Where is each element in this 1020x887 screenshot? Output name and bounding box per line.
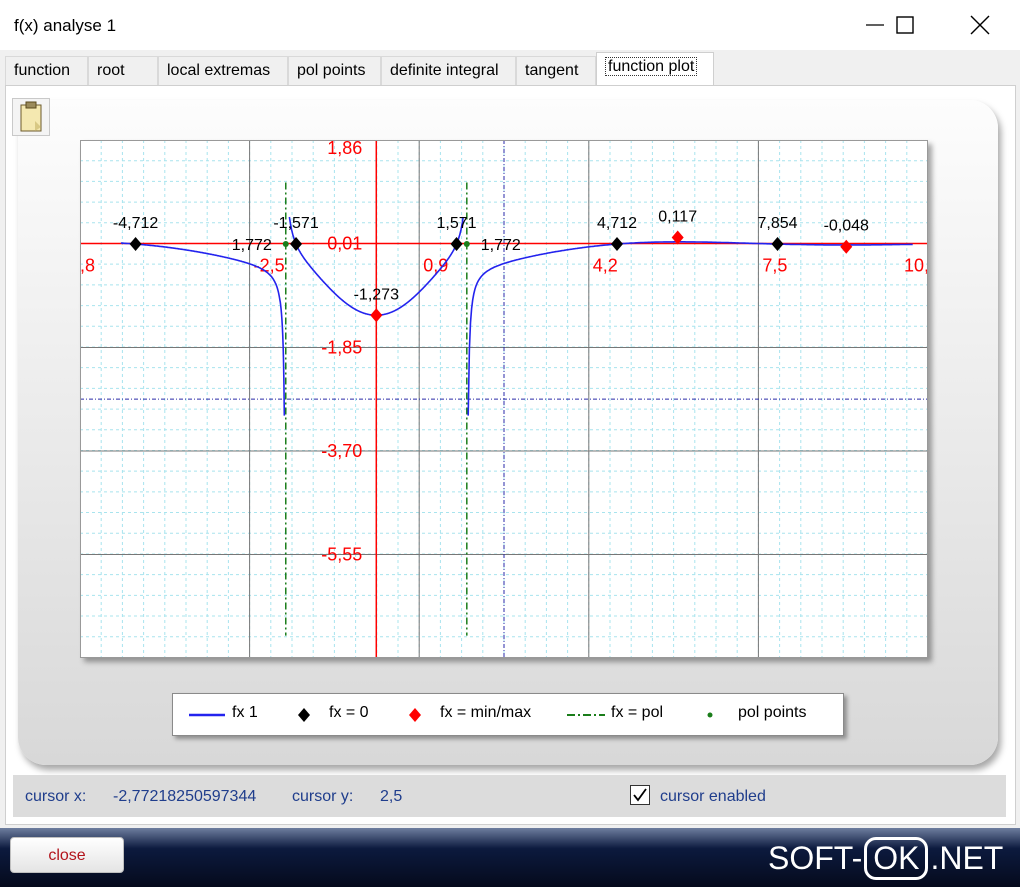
- cursor-y-label: cursor y:: [292, 788, 354, 805]
- clipboard-icon: [20, 101, 42, 132]
- function-plot[interactable]: -5,8 -2,5 0,9 4,2 7,5 10,8 1,86 0,01 -1,85 -3,70 -…: [64, 138, 939, 658]
- maximize-icon: [896, 16, 914, 34]
- legend-fx-zero: fx = 0: [329, 704, 369, 721]
- x-tick-label: -2,5: [254, 255, 285, 275]
- x-tick-label: 4,2: [593, 255, 618, 275]
- tab-function-plot[interactable]: function plot: [596, 52, 714, 86]
- root-marker: [771, 237, 784, 252]
- watermark: SOFT- OK .NET: [768, 837, 1003, 883]
- legend-diamond-red: [409, 708, 421, 722]
- x-tick-label: 7,5: [762, 255, 787, 275]
- y-tick-label: 1,86: [327, 140, 362, 158]
- root-label: -4,712: [113, 215, 158, 232]
- checkmark-icon: [633, 788, 647, 802]
- copy-to-clipboard-button[interactable]: [12, 98, 50, 136]
- extremum-label: -0,048: [824, 218, 869, 235]
- x-tick-label: 10,8: [904, 255, 928, 275]
- tab-pol-points[interactable]: pol points: [288, 56, 381, 86]
- root-label: -1,571: [273, 215, 318, 232]
- pol-point-marker: [463, 241, 470, 248]
- title-bar: f(x) analyse 1: [0, 0, 1020, 50]
- legend-fx-pol: fx = pol: [611, 704, 664, 721]
- tab-root[interactable]: root: [88, 56, 158, 86]
- root-marker: [129, 237, 142, 252]
- x-tick-label: -5,8: [80, 255, 95, 275]
- close-icon: [970, 15, 990, 35]
- legend-diamond-black: [298, 708, 310, 722]
- y-tick-label: -3,70: [321, 441, 362, 461]
- legend-pol-points: pol points: [738, 704, 807, 721]
- x-tick-label: 0,9: [423, 255, 448, 275]
- watermark-post: .NET: [930, 840, 1004, 876]
- cursor-x-value: -2,77218250597344: [113, 788, 257, 805]
- root-label: 1,571: [437, 215, 477, 232]
- legend-dashdot-swatch: [567, 714, 605, 716]
- cursor-y-value: 2,5: [380, 788, 403, 805]
- root-label: 4,712: [597, 215, 637, 232]
- extremum-marker: [840, 239, 853, 254]
- function-curve: [467, 241, 913, 416]
- extremum-label: -1,273: [354, 286, 399, 303]
- root-marker: [610, 237, 623, 252]
- legend: fx 1 fx = 0 fx = min/max fx = pol pol po…: [172, 693, 844, 736]
- window-title: f(x) analyse 1: [14, 16, 117, 35]
- watermark-pre: SOFT-: [768, 840, 863, 876]
- root-label: 7,854: [757, 215, 797, 232]
- pol-point-marker: [282, 241, 289, 248]
- plot-area[interactable]: -5,8 -2,5 0,9 4,2 7,5 10,8 1,86 0,01 -1,85 -3,70 -…: [64, 138, 939, 658]
- y-tick-label: -5,55: [321, 545, 362, 565]
- y-tick-label: 0,01: [327, 233, 362, 253]
- cursor-x-label: cursor x:: [25, 788, 87, 805]
- legend-line-swatch: [189, 713, 225, 717]
- cursor-enabled-checkbox[interactable]: [630, 785, 650, 805]
- extremum-label: 0,117: [658, 209, 697, 226]
- y-tick-label: -1,85: [321, 338, 362, 358]
- legend-fx-minmax: fx = min/max: [440, 704, 532, 721]
- tab-definite-integral[interactable]: definite integral: [381, 56, 516, 86]
- tab-function[interactable]: function: [5, 56, 88, 86]
- tab-tangent[interactable]: tangent: [516, 56, 596, 86]
- legend-dot-green: [707, 712, 713, 718]
- watermark-box: OK: [864, 837, 929, 880]
- pol-point-label: 1,772: [232, 237, 272, 254]
- close-button[interactable]: close: [10, 837, 124, 873]
- pol-point-label: 1,772: [481, 237, 521, 254]
- legend-fx1: fx 1: [232, 704, 258, 721]
- close-window-button[interactable]: [951, 0, 1009, 50]
- cursor-enabled-label[interactable]: cursor enabled: [660, 788, 766, 806]
- extremum-marker: [370, 308, 383, 323]
- status-bar: cursor x: -2,77218250597344 cursor y: 2,…: [13, 775, 1006, 817]
- maximize-button[interactable]: [876, 0, 934, 50]
- root-marker: [450, 237, 463, 252]
- tab-local-extremas[interactable]: local extremas: [158, 56, 288, 86]
